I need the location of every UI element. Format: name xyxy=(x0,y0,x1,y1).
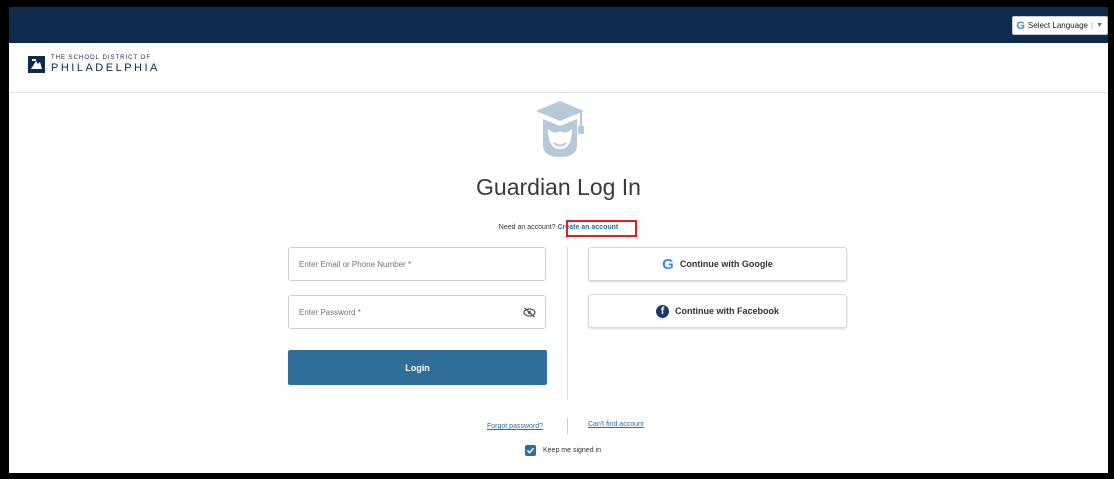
links-divider xyxy=(567,418,568,434)
language-selector-label: Select Language xyxy=(1027,21,1088,30)
keep-signed-in-checkbox[interactable] xyxy=(525,445,536,456)
top-bar: G Select Language | ▼ xyxy=(9,7,1108,43)
google-g-icon: G xyxy=(1016,19,1025,32)
browser-frame: G Select Language | ▼ THE SCHOOL DISTRIC… xyxy=(9,7,1108,473)
facebook-login-button[interactable]: f Continue with Facebook xyxy=(588,294,847,328)
vertical-divider xyxy=(567,247,568,399)
google-button-label: Continue with Google xyxy=(679,259,773,269)
need-account-text: Need an account? xyxy=(498,224,556,231)
login-button[interactable]: Login xyxy=(288,350,547,385)
chevron-down-icon: ▼ xyxy=(1096,22,1103,29)
logo-small-text: THE SCHOOL DISTRICT OF xyxy=(51,55,152,61)
district-logo[interactable]: THE SCHOOL DISTRICT OF PHILADELPHIA xyxy=(28,55,160,74)
checkmark-icon xyxy=(527,447,535,454)
logo-text: THE SCHOOL DISTRICT OF PHILADELPHIA xyxy=(51,55,160,74)
google-login-button[interactable]: G Continue with Google xyxy=(588,247,847,281)
password-input[interactable] xyxy=(297,306,521,318)
site-header: THE SCHOOL DISTRICT OF PHILADELPHIA xyxy=(9,43,1108,93)
facebook-icon: f xyxy=(655,304,669,318)
email-field[interactable] xyxy=(288,247,546,281)
language-selector[interactable]: G Select Language | ▼ xyxy=(1012,16,1108,35)
highlight-box xyxy=(566,220,637,237)
forgot-password-link[interactable]: Forgot password? xyxy=(487,423,543,430)
need-account-row: Need an account? Create an account xyxy=(9,224,1108,231)
google-icon: G xyxy=(662,255,674,273)
keep-signed-in-label: Keep me signed in xyxy=(543,447,601,454)
language-separator: | xyxy=(1090,21,1094,30)
school-district-logo-icon xyxy=(28,56,45,73)
cant-find-account-link[interactable]: Can't find account xyxy=(588,421,644,428)
keep-signed-in-row[interactable]: Keep me signed in xyxy=(525,445,601,456)
page-title: Guardian Log In xyxy=(476,174,641,200)
email-input[interactable] xyxy=(297,258,521,270)
graduation-cap-student-icon xyxy=(536,101,584,157)
password-field[interactable] xyxy=(288,295,546,329)
eye-slash-icon[interactable] xyxy=(523,307,536,318)
facebook-button-label: Continue with Facebook xyxy=(674,306,779,316)
logo-big-text: PHILADELPHIA xyxy=(51,62,160,74)
